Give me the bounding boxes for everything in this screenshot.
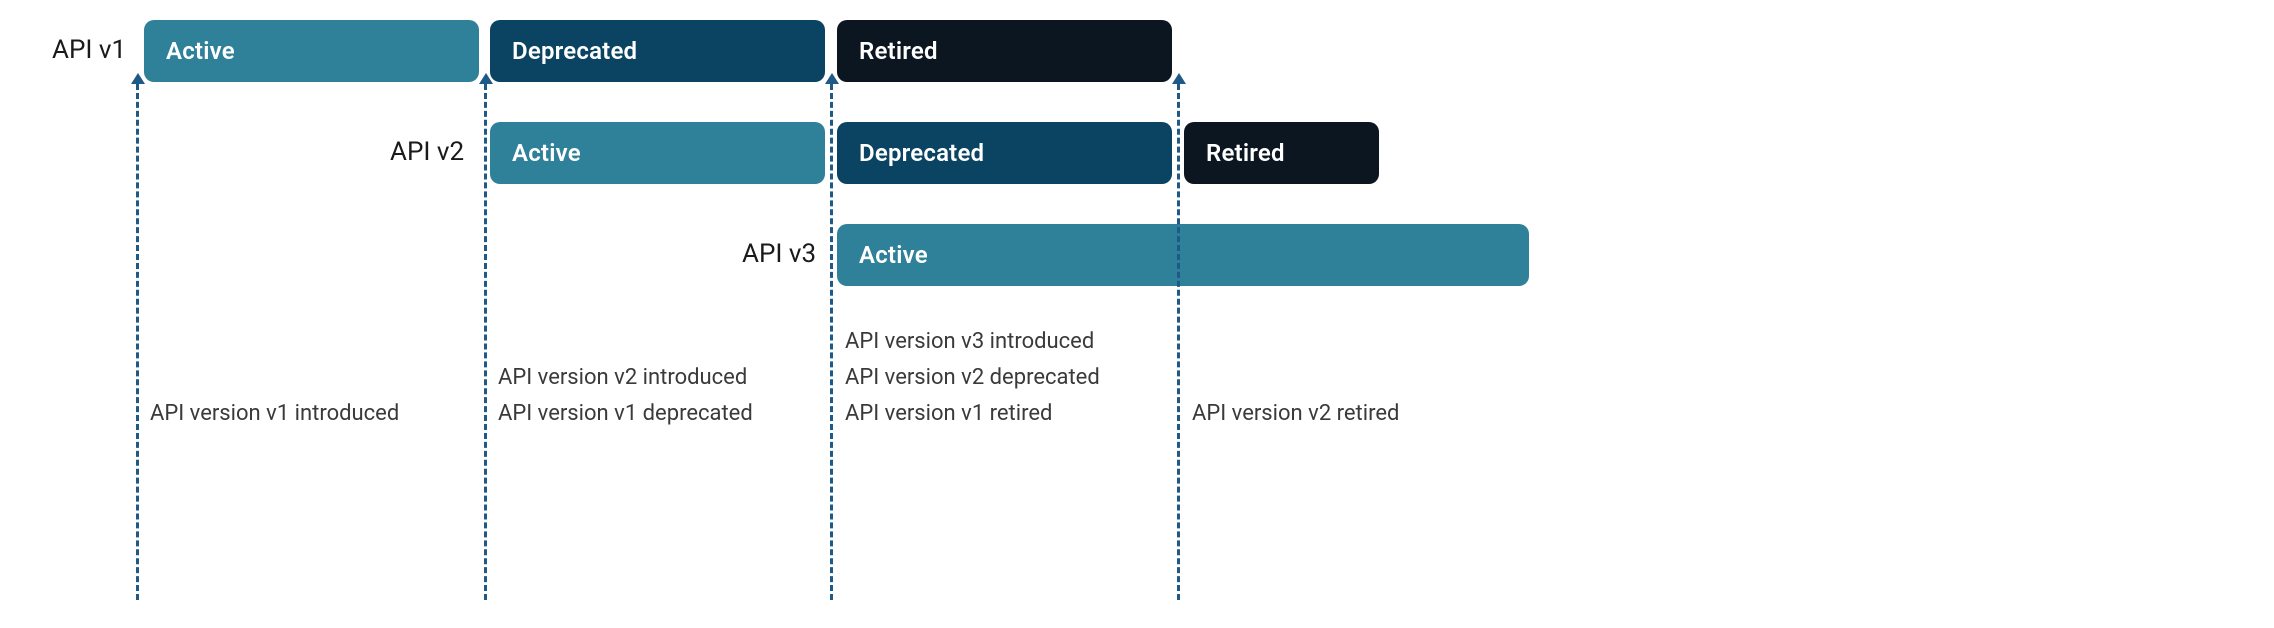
bar-v3-active: Active bbox=[837, 224, 1529, 286]
event-caption-2-line-1: API version v2 introduced bbox=[498, 360, 747, 396]
row-label-api-v3: API v3 bbox=[742, 239, 816, 269]
row-label-api-v1: API v1 bbox=[52, 35, 126, 65]
event-caption-3-line-1: API version v3 introduced bbox=[845, 324, 1094, 360]
bar-v2-deprecated: Deprecated bbox=[837, 122, 1172, 184]
event-caption-2-line-2: API version v1 deprecated bbox=[498, 396, 753, 432]
event-caption-1-line-1: API version v1 introduced bbox=[150, 396, 399, 432]
bar-v1-active: Active bbox=[144, 20, 479, 82]
event-caption-4-line-1: API version v2 retired bbox=[1192, 396, 1399, 432]
bar-v2-retired: Retired bbox=[1184, 122, 1379, 184]
timeline-arrow-1 bbox=[136, 84, 139, 600]
timeline-arrow-4 bbox=[1177, 84, 1180, 600]
event-caption-3-line-3: API version v1 retired bbox=[845, 396, 1052, 432]
timeline-arrow-2 bbox=[484, 84, 487, 600]
row-label-api-v2: API v2 bbox=[390, 137, 464, 167]
bar-v1-deprecated: Deprecated bbox=[490, 20, 825, 82]
bar-v1-retired: Retired bbox=[837, 20, 1172, 82]
event-caption-3-line-2: API version v2 deprecated bbox=[845, 360, 1100, 396]
timeline-arrow-3 bbox=[830, 84, 833, 600]
bar-v2-active: Active bbox=[490, 122, 825, 184]
